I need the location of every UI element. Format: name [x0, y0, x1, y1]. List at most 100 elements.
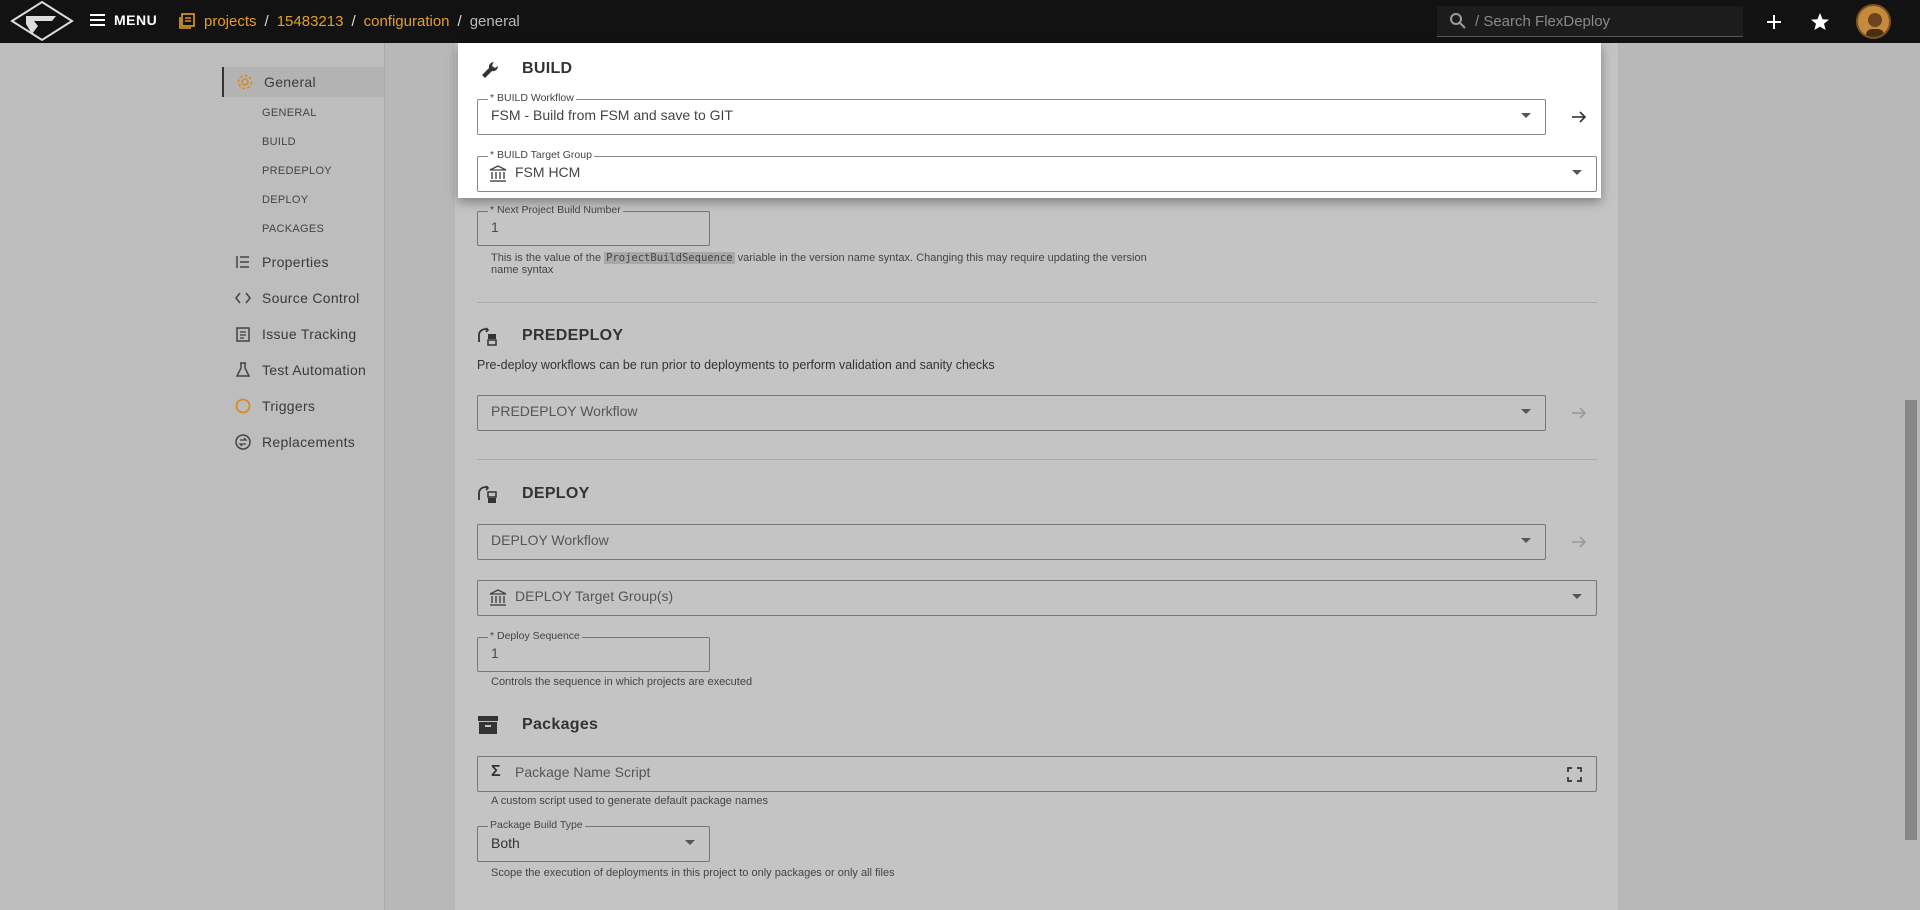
circle-icon — [235, 398, 251, 414]
deploy-workflow-placeholder: DEPLOY Workflow — [491, 532, 609, 548]
chevron-down-icon — [685, 840, 695, 845]
sigma-icon: Σ — [491, 763, 501, 780]
next-build-number-hint: This is the value of the ProjectBuildSeq… — [491, 252, 1211, 276]
avatar[interactable] — [1856, 4, 1891, 39]
sidebar-item-test-automation[interactable]: Test Automation — [222, 355, 384, 385]
chevron-down-icon — [1521, 113, 1531, 118]
sidebar-item-label: Issue Tracking — [262, 326, 357, 342]
flexdeploy-logo[interactable] — [4, 0, 74, 43]
sidebar-item-triggers[interactable]: Triggers — [222, 391, 384, 421]
breadcrumb-separator: / — [264, 12, 269, 30]
next-build-number-label: * Next Project Build Number — [488, 204, 623, 216]
arrow-right-icon[interactable] — [1569, 532, 1589, 552]
sidebar-subitem-packages[interactable]: PACKAGES — [262, 223, 324, 235]
build-target-group-value: FSM HCM — [515, 164, 581, 180]
scrollbar[interactable] — [1905, 400, 1917, 840]
menu-button[interactable]: MENU — [90, 12, 157, 28]
package-name-script-placeholder: Package Name Script — [515, 764, 651, 780]
wrench-icon — [482, 61, 499, 78]
divider — [477, 302, 1597, 303]
build-workflow-value: FSM - Build from FSM and save to GIT — [491, 107, 733, 123]
sidebar-item-replacements[interactable]: Replacements — [222, 427, 384, 457]
bank-icon — [489, 589, 507, 606]
next-build-number-field[interactable]: * Next Project Build Number 1 — [477, 204, 710, 246]
breadcrumb-projects[interactable]: projects — [204, 13, 257, 30]
build-workflow-select[interactable]: * BUILD Workflow FSM - Build from FSM an… — [477, 92, 1546, 135]
build-target-group-select[interactable]: * BUILD Target Group FSM HCM — [477, 149, 1597, 192]
top-bar: MENU projects / 15483213 / configuration… — [0, 0, 1920, 43]
flask-icon — [235, 362, 251, 377]
package-build-type-select[interactable]: Package Build Type Both — [477, 819, 710, 862]
breadcrumb-separator: / — [457, 12, 462, 30]
archive-icon — [478, 716, 498, 734]
fullscreen-icon[interactable] — [1567, 767, 1582, 782]
sidebar-item-issue-tracking[interactable]: Issue Tracking — [222, 319, 384, 349]
sidebar-item-general[interactable]: General — [222, 67, 384, 97]
workflow-icon — [478, 485, 497, 503]
package-build-type-hint: Scope the execution of deployments in th… — [491, 867, 895, 879]
breadcrumb-general: general — [469, 12, 520, 30]
sidebar-item-properties[interactable]: Properties — [222, 247, 384, 277]
predeploy-workflow-placeholder: PREDEPLOY Workflow — [491, 403, 638, 419]
build-title: BUILD — [522, 60, 573, 77]
package-build-type-label: Package Build Type — [488, 819, 585, 831]
predeploy-title: PREDEPLOY — [522, 327, 624, 344]
packages-title: Packages — [522, 716, 599, 733]
predeploy-workflow-select[interactable]: PREDEPLOY Workflow — [477, 395, 1546, 431]
sidebar-item-source-control[interactable]: Source Control — [222, 283, 384, 313]
search-icon — [1450, 13, 1466, 29]
search-placeholder: / Search FlexDeploy — [1475, 12, 1611, 30]
bank-icon — [489, 165, 507, 182]
search-input[interactable]: / Search FlexDeploy — [1437, 6, 1743, 37]
deploy-target-group-select[interactable]: DEPLOY Target Group(s) — [477, 580, 1597, 616]
workflow-icon — [478, 327, 497, 346]
user-avatar-icon — [1866, 13, 1884, 37]
projects-icon — [179, 13, 195, 29]
build-workflow-label: * BUILD Workflow — [488, 92, 576, 104]
hint-text: name syntax — [491, 264, 554, 276]
build-target-group-label: * BUILD Target Group — [488, 149, 594, 161]
breadcrumb-configuration[interactable]: configuration — [364, 13, 450, 30]
chevron-down-icon — [1572, 170, 1582, 175]
deploy-sequence-label: * Deploy Sequence — [488, 630, 582, 642]
breadcrumb-separator: / — [351, 12, 356, 30]
hint-text: This is the value of the — [491, 252, 602, 264]
hint-code: ProjectBuildSequence — [604, 252, 735, 264]
arrow-right-icon[interactable] — [1569, 403, 1589, 423]
sidebar-item-label: Source Control — [262, 290, 360, 306]
sidebar-subitem-deploy[interactable]: DEPLOY — [262, 194, 308, 206]
chevron-down-icon — [1521, 538, 1531, 543]
arrow-right-icon[interactable] — [1569, 107, 1589, 127]
star-icon[interactable] — [1808, 10, 1832, 34]
package-name-script-hint: A custom script used to generate default… — [491, 795, 768, 807]
breadcrumb-project-id[interactable]: 15483213 — [277, 13, 344, 30]
sidebar-item-label: Test Automation — [262, 362, 367, 378]
predeploy-description: Pre-deploy workflows can be run prior to… — [477, 358, 995, 372]
hint-text: variable in the version name syntax. Cha… — [737, 252, 1147, 264]
code-icon — [235, 292, 251, 304]
sidebar-subitem-predeploy[interactable]: PREDEPLOY — [262, 165, 332, 177]
hamburger-icon — [90, 14, 105, 26]
sidebar-subitem-build[interactable]: BUILD — [262, 136, 296, 148]
swap-icon — [235, 434, 251, 450]
menu-label: MENU — [114, 12, 158, 28]
breadcrumb: projects / 15483213 / configuration / ge… — [178, 12, 520, 30]
next-build-number-value: 1 — [491, 219, 499, 235]
deploy-sequence-hint: Controls the sequence in which projects … — [491, 676, 753, 688]
divider — [477, 459, 1597, 460]
deploy-sequence-value: 1 — [491, 645, 499, 661]
list-icon — [236, 256, 249, 268]
deploy-target-placeholder: DEPLOY Target Group(s) — [515, 588, 674, 604]
add-icon[interactable] — [1762, 10, 1786, 34]
sidebar-item-label: Replacements — [262, 434, 356, 450]
gear-icon — [237, 74, 253, 90]
package-name-script-field[interactable]: Σ Package Name Script — [477, 756, 1597, 792]
package-build-type-value: Both — [491, 835, 520, 851]
deploy-workflow-select[interactable]: DEPLOY Workflow — [477, 524, 1546, 560]
clipboard-icon — [236, 327, 250, 342]
deploy-sequence-field[interactable]: * Deploy Sequence 1 — [477, 630, 710, 672]
sidebar-item-label: Triggers — [262, 398, 316, 414]
chevron-down-icon — [1572, 594, 1582, 599]
deploy-title: DEPLOY — [522, 485, 590, 502]
sidebar-subitem-general[interactable]: GENERAL — [262, 107, 317, 119]
